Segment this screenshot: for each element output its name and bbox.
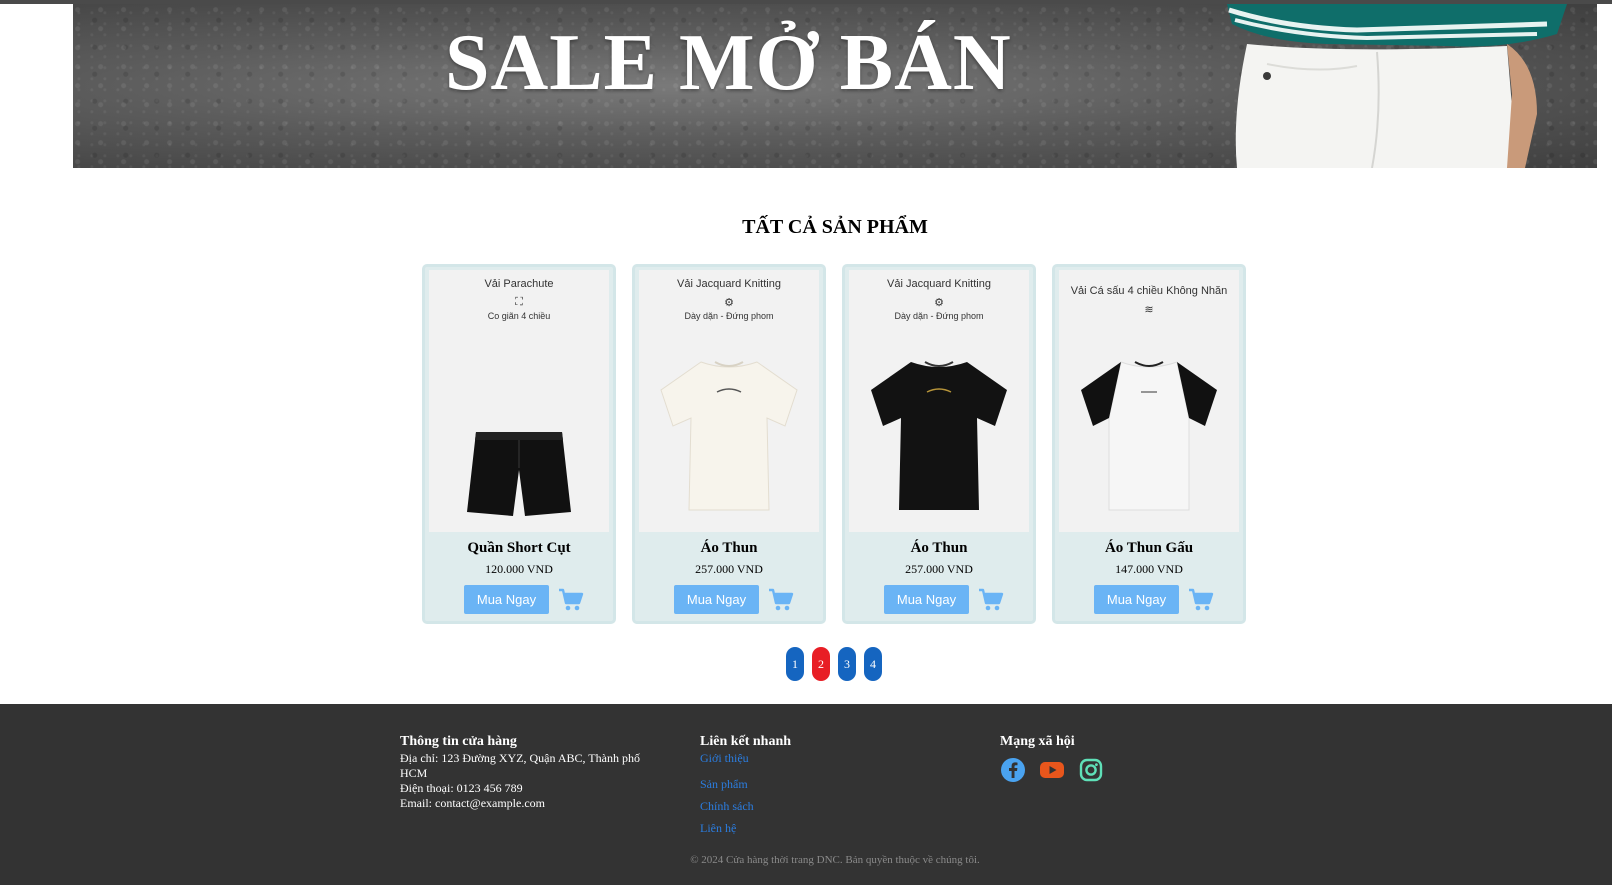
social-heading: Mạng xã hội [1000,734,1075,749]
product-card[interactable]: Vải Parachute ⛶ Co giãn 4 chiều Quần Sho… [422,264,616,624]
section-title: TẤT CẢ SẢN PHẨM [742,216,928,238]
cart-icon[interactable] [1188,588,1214,612]
page-button-1[interactable]: 1 [786,647,804,681]
cream-tshirt-image [660,361,798,511]
pagination: 1 2 3 4 [786,647,886,681]
product-name[interactable]: Áo Thun Gấu [1055,540,1243,557]
expand-icon: ⛶ [515,296,523,308]
product-card[interactable]: Vải Jacquard Knitting ⚙ Dày dặn - Đứng p… [632,264,826,624]
product-image[interactable]: Vải Cá sấu 4 chiều Không Nhăn ≋ [1059,270,1239,532]
gear-icon: ⚙ [724,297,734,309]
black-shorts-image [467,432,571,516]
product-feature-title: Vải Jacquard Knitting [887,278,991,290]
store-address-line1: Địa chỉ: 123 Đường XYZ, Quận ABC, Thành … [400,751,640,765]
link-chinh-sach[interactable]: Chính sách [700,795,900,817]
footer-social: Mạng xã hội [1000,734,1200,783]
store-info-heading: Thông tin cửa hàng [400,734,517,749]
product-price: 120.000 VND [485,562,553,576]
product-feature-title: Vải Parachute [484,278,554,290]
facebook-icon[interactable] [1000,757,1026,783]
page-button-2[interactable]: 2 [812,647,830,681]
banner-title: SALE MỞ BÁN [445,19,1012,107]
no-wrinkle-icon: ≋ [1144,304,1154,316]
link-san-pham[interactable]: Sản phẩm [700,773,900,795]
raglan-tshirt-image [1081,361,1217,511]
buy-now-button[interactable]: Mua Ngay [464,585,549,614]
copyright: © 2024 Cửa hàng thời trang DNC. Bản quyề… [690,854,980,866]
product-feature-subtitle: Co giãn 4 chiều [487,311,551,321]
footer: Thông tin cửa hàng Địa chỉ: 123 Đường XY… [0,704,1612,885]
product-image[interactable]: Vải Jacquard Knitting ⚙ Dày dặn - Đứng p… [639,270,819,532]
footer-store-info: Thông tin cửa hàng Địa chỉ: 123 Đường XY… [400,734,655,811]
product-card[interactable]: Vải Jacquard Knitting ⚙ Dày dặn - Đứng p… [842,264,1036,624]
product-card[interactable]: Vải Cá sấu 4 chiều Không Nhăn ≋ Áo Thun … [1052,264,1246,624]
quick-links-heading: Liên kết nhanh [700,734,792,749]
hero-banner: SALE MỞ BÁN [73,4,1597,168]
product-name[interactable]: Áo Thun [845,540,1033,557]
product-price: 257.000 VND [695,562,763,576]
store-email: Email: contact@example.com [400,796,545,810]
product-name[interactable]: Áo Thun [635,540,823,557]
banner-model-image [1227,4,1567,168]
cart-icon[interactable] [978,588,1004,612]
youtube-icon[interactable] [1039,757,1065,783]
buy-now-button[interactable]: Mua Ngay [1094,585,1179,614]
product-feature-subtitle: Dày dặn - Đứng phom [684,311,774,321]
black-tshirt-image [871,361,1007,510]
cart-icon[interactable] [768,588,794,612]
product-name[interactable]: Quần Short Cụt [425,540,613,557]
social-icons [1000,757,1200,783]
footer-quick-links: Liên kết nhanh Giới thiệu Sản phẩm Chính… [700,734,900,839]
buy-now-button[interactable]: Mua Ngay [884,585,969,614]
page-button-3[interactable]: 3 [838,647,856,681]
product-image[interactable]: Vải Parachute ⛶ Co giãn 4 chiều [429,270,609,532]
product-price: 147.000 VND [1115,562,1183,576]
page-button-4[interactable]: 4 [864,647,882,681]
product-price: 257.000 VND [905,562,973,576]
buy-now-button[interactable]: Mua Ngay [674,585,759,614]
product-feature-subtitle: Dày dặn - Đứng phom [894,311,984,321]
product-image[interactable]: Vải Jacquard Knitting ⚙ Dày dặn - Đứng p… [849,270,1029,532]
instagram-icon[interactable] [1078,757,1104,783]
store-address-line2: HCM [400,766,428,780]
link-gioi-thieu[interactable]: Giới thiệu [700,751,900,766]
product-feature-title: Vải Cá sấu 4 chiều Không Nhăn [1070,285,1228,297]
product-feature-title: Vải Jacquard Knitting [677,278,781,290]
store-phone: Điện thoại: 0123 456 789 [400,781,523,795]
cart-icon[interactable] [558,588,584,612]
link-lien-he[interactable]: Liên hệ [700,817,900,839]
gear-icon: ⚙ [934,297,944,309]
product-grid: Vải Parachute ⛶ Co giãn 4 chiều Quần Sho… [422,264,1248,624]
